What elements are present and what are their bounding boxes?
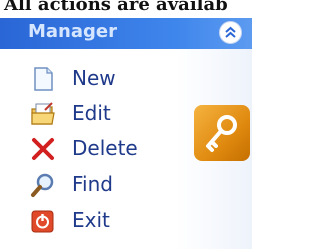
menu-item-label: Edit xyxy=(72,101,111,125)
menu-item-delete[interactable]: Delete xyxy=(30,134,180,164)
menu-item-find[interactable]: Find xyxy=(30,170,180,200)
key-tile xyxy=(194,105,250,161)
menu-item-label: Delete xyxy=(72,136,138,160)
delete-x-icon xyxy=(32,138,54,160)
menu-item-new[interactable]: New xyxy=(30,64,180,94)
menu-item-label: Exit xyxy=(72,208,110,232)
new-document-icon xyxy=(34,67,53,91)
menu-item-label: Find xyxy=(72,172,113,196)
double-chevron-up-icon xyxy=(225,26,236,38)
exit-power-icon xyxy=(31,210,54,233)
banner-text: All actions are availab xyxy=(4,0,228,15)
menu-item-edit[interactable]: Edit xyxy=(30,99,180,129)
top-banner-text: All actions are availab xyxy=(0,0,252,18)
collapse-button[interactable] xyxy=(219,21,242,44)
menu-item-label: New xyxy=(72,66,116,90)
panel-content: New Edit Delete Find Exit xyxy=(0,49,252,249)
magnifier-icon xyxy=(31,173,54,197)
panel-title: Manager xyxy=(28,21,117,42)
panel-header[interactable]: Manager xyxy=(0,18,252,49)
menu-item-exit[interactable]: Exit xyxy=(30,206,180,236)
edit-folder-icon xyxy=(31,102,55,125)
key-icon xyxy=(206,115,237,152)
